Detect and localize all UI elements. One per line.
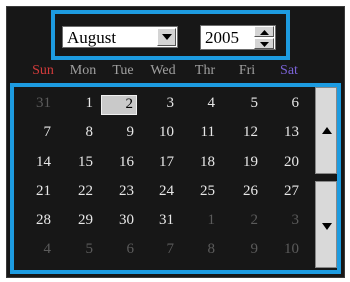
day-cell[interactable]: 31: [18, 95, 54, 115]
day-cell[interactable]: 7: [141, 241, 177, 261]
day-cell[interactable]: 22: [60, 183, 96, 203]
day-cell[interactable]: 5: [60, 241, 96, 261]
day-cell[interactable]: 15: [60, 154, 96, 174]
spin-down-icon: [260, 42, 269, 47]
day-cell[interactable]: 10: [266, 241, 302, 261]
day-cell[interactable]: 8: [60, 124, 96, 144]
weekday-label: Sat: [280, 63, 298, 78]
day-cell[interactable]: 29: [60, 212, 96, 232]
day-cell[interactable]: 11: [182, 124, 218, 144]
day-cell[interactable]: 3: [266, 212, 302, 232]
year-increment-button[interactable]: [254, 26, 274, 37]
weekday-label: Wed: [150, 63, 176, 78]
day-cell[interactable]: 13: [266, 124, 302, 144]
day-cell[interactable]: 18: [182, 154, 218, 174]
day-cell[interactable]: 26: [225, 183, 261, 203]
scroll-up-button[interactable]: [315, 87, 337, 174]
arrow-up-icon: [322, 127, 332, 134]
day-cell[interactable]: 6: [101, 241, 137, 261]
day-cell[interactable]: 25: [182, 183, 218, 203]
day-cell[interactable]: 31: [141, 212, 177, 232]
day-cell[interactable]: 28: [18, 212, 54, 232]
day-cell[interactable]: 4: [182, 95, 218, 115]
day-cell[interactable]: 6: [266, 95, 302, 115]
day-cell[interactable]: 5: [225, 95, 261, 115]
weekday-label: Thr: [194, 63, 216, 78]
day-cell[interactable]: 19: [225, 154, 261, 174]
day-cell[interactable]: 1: [60, 95, 96, 115]
weekday-label: Tue: [112, 63, 134, 78]
day-cell[interactable]: 23: [101, 183, 137, 203]
year-value: 2005: [205, 28, 239, 47]
spin-up-icon: [260, 30, 269, 35]
day-cell[interactable]: 8: [182, 241, 218, 261]
chevron-down-icon: [162, 34, 172, 40]
day-cell[interactable]: 4: [18, 241, 54, 261]
weekday-label: Fri: [238, 63, 256, 78]
day-cell[interactable]: 14: [18, 154, 54, 174]
month-dropdown-button[interactable]: [157, 28, 176, 46]
day-cell[interactable]: 27: [266, 183, 302, 203]
arrow-down-icon: [322, 223, 332, 230]
day-cell[interactable]: 9: [101, 124, 137, 144]
day-cell[interactable]: 9: [225, 241, 261, 261]
year-decrement-button[interactable]: [254, 38, 274, 49]
day-cell[interactable]: 17: [141, 154, 177, 174]
month-select[interactable]: August: [62, 26, 178, 48]
scroll-down-button[interactable]: [315, 181, 337, 268]
day-cell[interactable]: 2: [225, 212, 261, 232]
day-cell[interactable]: 12: [225, 124, 261, 144]
month-value: August: [67, 28, 117, 47]
year-spinner[interactable]: 2005: [200, 25, 276, 50]
weekday-label: Sun: [32, 63, 54, 78]
selected-day-cell[interactable]: 2: [101, 95, 137, 115]
weekday-header: Sun Mon Tue Wed Thr Fri Sat: [23, 63, 323, 81]
day-cell[interactable]: 20: [266, 154, 302, 174]
day-cell[interactable]: 21: [18, 183, 54, 203]
weekday-label: Mon: [69, 63, 97, 78]
day-cell[interactable]: 7: [18, 124, 54, 144]
day-cell[interactable]: 30: [101, 212, 137, 232]
day-cell[interactable]: 1: [182, 212, 218, 232]
day-cell[interactable]: 10: [141, 124, 177, 144]
day-cell[interactable]: 16: [101, 154, 137, 174]
day-cell[interactable]: 3: [141, 95, 177, 115]
day-cell[interactable]: 24: [141, 183, 177, 203]
